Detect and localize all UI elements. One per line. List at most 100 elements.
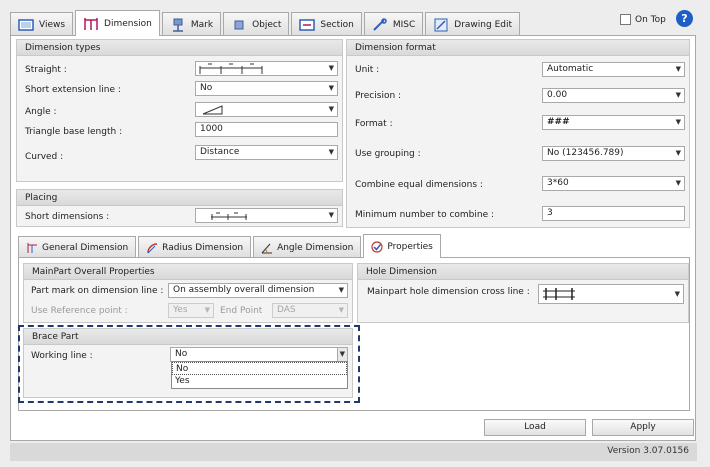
precision-label: Precision : [355,91,402,101]
tab-radius-dimension[interactable]: Radius Dimension [138,236,252,258]
tab-label: Object [252,19,282,30]
hole-cross-line-icon [543,288,575,300]
working-line-label: Working line : [31,351,93,361]
triangle-base-value: 1000 [200,124,223,134]
angle-label: Angle : [25,107,57,117]
tab-label: Dimension [104,18,152,29]
unit-select[interactable]: Automatic ▼ [542,62,685,77]
curved-label: Curved : [25,152,64,162]
short-dimensions-select[interactable]: ▼ [195,208,338,223]
cross-line-label: Mainpart hole dimension cross line : [367,287,530,297]
unit-value: Automatic [547,64,594,74]
combine-equal-select[interactable]: 3*60 ▼ [542,176,685,191]
use-ref-select[interactable]: Yes ▼ [168,303,214,318]
min-combine-input[interactable]: 3 [542,206,685,221]
chevron-down-icon: ▼ [336,348,347,361]
cross-line-select[interactable]: ▼ [538,284,684,304]
sub-tab-bar: General Dimension Radius Dimension Angle… [18,234,443,258]
status-bar: Version 3.07.0156 [10,443,697,461]
precision-value: 0.00 [547,90,568,100]
part-mark-select[interactable]: On assembly overall dimension ▼ [168,283,348,298]
misc-icon [373,17,387,31]
angle-select[interactable]: ▼ [195,102,338,117]
drawing-edit-icon [434,18,448,31]
short-extension-value: No [200,83,213,93]
short-dimensions-label: Short dimensions : [25,212,110,222]
precision-select[interactable]: 0.00 ▼ [542,88,685,103]
tab-properties[interactable]: Properties [363,234,441,258]
main-tab-bar: Views Dimension Mark Object Section MISC… [10,10,522,36]
apply-button[interactable]: Apply [592,419,694,436]
tab-views[interactable]: Views [10,12,74,36]
chevron-down-icon: ▼ [675,91,681,99]
tab-label: Mark [190,19,214,30]
version-label: Version 3.07.0156 [607,446,689,456]
tab-label: MISC [392,19,416,30]
working-line-select[interactable]: No ▼ [170,347,348,362]
dropdown-option-no[interactable]: No [172,362,347,375]
properties-icon [371,240,383,253]
chevron-down-icon: ▼ [338,306,344,314]
use-ref-label: Use Reference point : [31,306,128,316]
short-extension-label: Short extension line : [25,85,121,95]
help-icon[interactable]: ? [676,10,693,27]
part-mark-value: On assembly overall dimension [173,285,315,295]
tab-mark[interactable]: Mark [161,12,222,36]
chevron-down-icon: ▼ [674,290,680,298]
straight-select[interactable]: ▼ [195,61,338,76]
dropdown-option-yes[interactable]: Yes [172,375,347,388]
triangle-base-input[interactable]: 1000 [195,122,338,137]
chevron-down-icon: ▼ [675,149,681,157]
tab-dimension[interactable]: Dimension [75,10,160,36]
views-icon [18,18,34,31]
tab-label: Properties [387,241,433,252]
chevron-down-icon: ▼ [328,211,334,219]
end-point-label: End Point [220,306,263,316]
use-grouping-select[interactable]: No (123456.789) ▼ [542,146,685,161]
tab-section[interactable]: Section [291,12,362,36]
angle-dimension-icon [261,243,273,253]
chevron-down-icon: ▼ [204,306,210,314]
tab-label: Section [320,19,354,30]
chevron-down-icon: ▼ [328,105,334,113]
on-top-checkbox[interactable] [620,14,631,25]
tab-misc[interactable]: MISC [363,12,424,36]
tab-label: Views [39,19,66,30]
load-button[interactable]: Load [484,419,586,436]
use-ref-value: Yes [173,305,188,315]
working-line-dropdown: No Yes [171,361,348,389]
use-grouping-label: Use grouping : [355,149,421,159]
tab-label: General Dimension [42,242,129,253]
unit-label: Unit : [355,65,380,75]
hole-dimension-title: Hole Dimension [358,264,688,280]
tab-label: Radius Dimension [162,242,244,253]
use-grouping-value: No (123456.789) [547,148,624,158]
curved-select[interactable]: Distance ▼ [195,145,338,160]
dimension-types-title: Dimension types [17,40,342,56]
object-icon [234,20,244,29]
placing-title: Placing [17,190,342,206]
chevron-down-icon: ▼ [328,84,334,92]
curved-value: Distance [200,147,240,157]
straight-label: Straight : [25,65,67,75]
tab-angle-dimension[interactable]: Angle Dimension [253,236,362,258]
chevron-down-icon: ▼ [338,286,344,294]
on-top-toggle[interactable]: On Top [620,14,666,25]
end-point-select[interactable]: DAS ▼ [272,303,348,318]
part-mark-label: Part mark on dimension line : [31,286,164,296]
format-select[interactable]: ### ▼ [542,115,685,130]
short-extension-select[interactable]: No ▼ [195,81,338,96]
end-point-value: DAS [277,305,296,315]
chevron-down-icon: ▼ [675,118,681,126]
tab-general-dimension[interactable]: General Dimension [18,236,137,258]
mainpart-title: MainPart Overall Properties [24,264,352,280]
section-icon [299,18,316,31]
triangle-base-label: Triangle base length : [25,127,123,137]
angle-triangle-icon [202,105,223,115]
chevron-down-icon: ▼ [328,148,334,156]
tab-object[interactable]: Object [223,12,290,36]
tab-drawing-edit[interactable]: Drawing Edit [425,12,520,36]
chevron-down-icon: ▼ [328,64,334,72]
mark-icon [172,18,183,32]
chevron-down-icon: ▼ [675,179,681,187]
